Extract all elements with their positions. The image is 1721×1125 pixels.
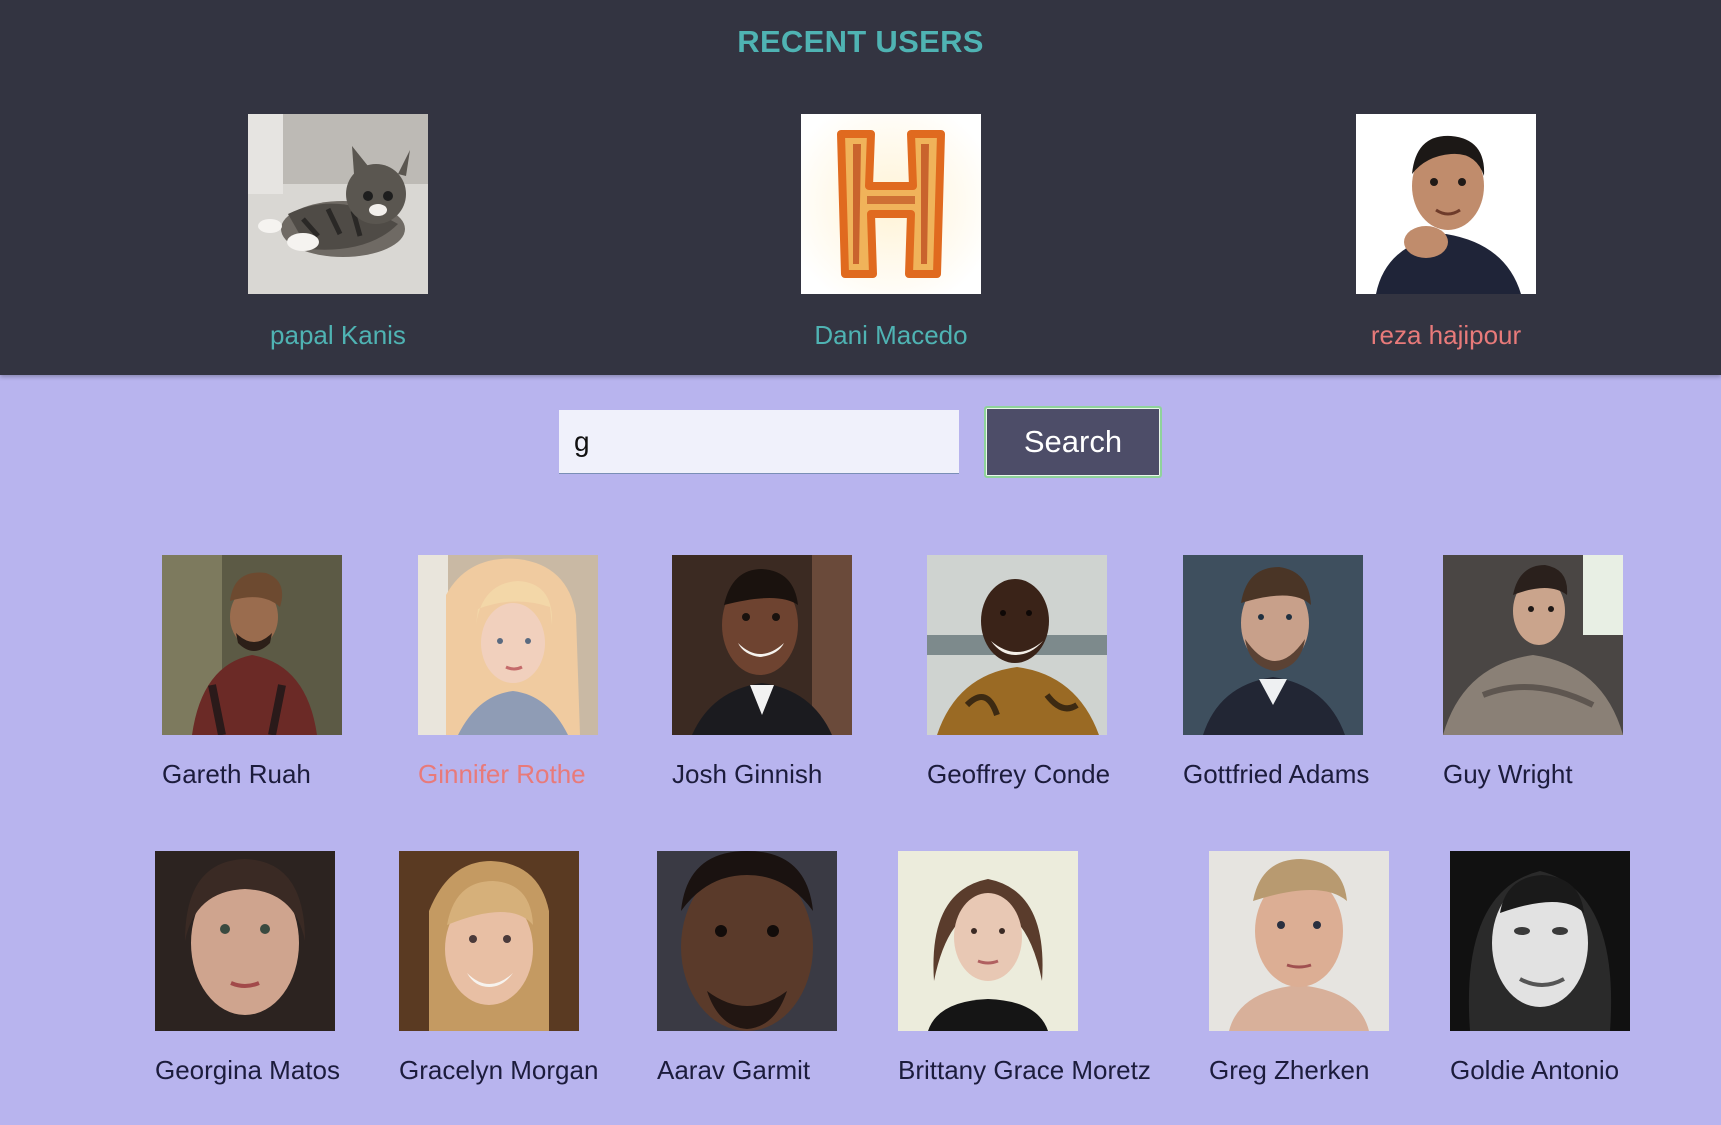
- user-card[interactable]: Guy Wright: [1443, 555, 1713, 789]
- user-card[interactable]: Gottfried Adams: [1183, 555, 1453, 789]
- user-avatar[interactable]: [1209, 851, 1389, 1031]
- user-name[interactable]: Georgina Matos: [155, 1055, 425, 1085]
- search-input[interactable]: [559, 410, 959, 474]
- user-name[interactable]: Gracelyn Morgan: [399, 1055, 669, 1085]
- user-avatar[interactable]: [418, 555, 598, 735]
- recent-user-name[interactable]: Dani Macedo: [731, 320, 1051, 350]
- user-name[interactable]: Guy Wright: [1443, 759, 1713, 789]
- user-card[interactable]: Brittany Grace Moretz: [898, 851, 1168, 1085]
- user-card[interactable]: Ginnifer Rothe: [418, 555, 688, 789]
- user-avatar[interactable]: [801, 114, 981, 294]
- user-name[interactable]: Brittany Grace Moretz: [898, 1055, 1168, 1085]
- user-avatar[interactable]: [657, 851, 837, 1031]
- user-card[interactable]: Josh Ginnish: [672, 555, 942, 789]
- user-name[interactable]: Ginnifer Rothe: [418, 759, 688, 789]
- user-name[interactable]: Josh Ginnish: [672, 759, 942, 789]
- recent-user-card[interactable]: Dani Macedo: [731, 114, 1051, 350]
- recent-user-name[interactable]: reza hajipour: [1286, 320, 1606, 350]
- user-avatar[interactable]: [898, 851, 1078, 1031]
- user-card[interactable]: Aarav Garmit: [657, 851, 927, 1085]
- user-name[interactable]: Aarav Garmit: [657, 1055, 927, 1085]
- user-avatar[interactable]: [672, 555, 852, 735]
- search-button[interactable]: Search: [984, 406, 1162, 478]
- user-avatar[interactable]: [927, 555, 1107, 735]
- user-name[interactable]: Goldie Antonio: [1450, 1055, 1720, 1085]
- user-card[interactable]: Geoffrey Conde: [927, 555, 1197, 789]
- user-avatar[interactable]: [399, 851, 579, 1031]
- user-name[interactable]: Gottfried Adams: [1183, 759, 1453, 789]
- recent-users-title: RECENT USERS: [737, 24, 984, 59]
- recent-user-name[interactable]: papal Kanis: [178, 320, 498, 350]
- user-avatar[interactable]: [248, 114, 428, 294]
- user-avatar[interactable]: [1356, 114, 1536, 294]
- recent-users-panel: RECENT USERS papal Kanis Dani Macedo rez…: [0, 0, 1721, 375]
- user-name[interactable]: Gareth Ruah: [162, 759, 432, 789]
- user-avatar[interactable]: [1183, 555, 1363, 735]
- user-card[interactable]: Goldie Antonio: [1450, 851, 1720, 1085]
- user-name[interactable]: Greg Zherken: [1209, 1055, 1479, 1085]
- user-avatar[interactable]: [155, 851, 335, 1031]
- user-card[interactable]: Georgina Matos: [155, 851, 425, 1085]
- user-card[interactable]: Greg Zherken: [1209, 851, 1479, 1085]
- user-name[interactable]: Geoffrey Conde: [927, 759, 1197, 789]
- recent-user-card[interactable]: papal Kanis: [178, 114, 498, 350]
- recent-user-card[interactable]: reza hajipour: [1286, 114, 1606, 350]
- user-card[interactable]: Gracelyn Morgan: [399, 851, 669, 1085]
- user-avatar[interactable]: [1450, 851, 1630, 1031]
- user-avatar[interactable]: [1443, 555, 1623, 735]
- user-avatar[interactable]: [162, 555, 342, 735]
- user-card[interactable]: Gareth Ruah: [162, 555, 432, 789]
